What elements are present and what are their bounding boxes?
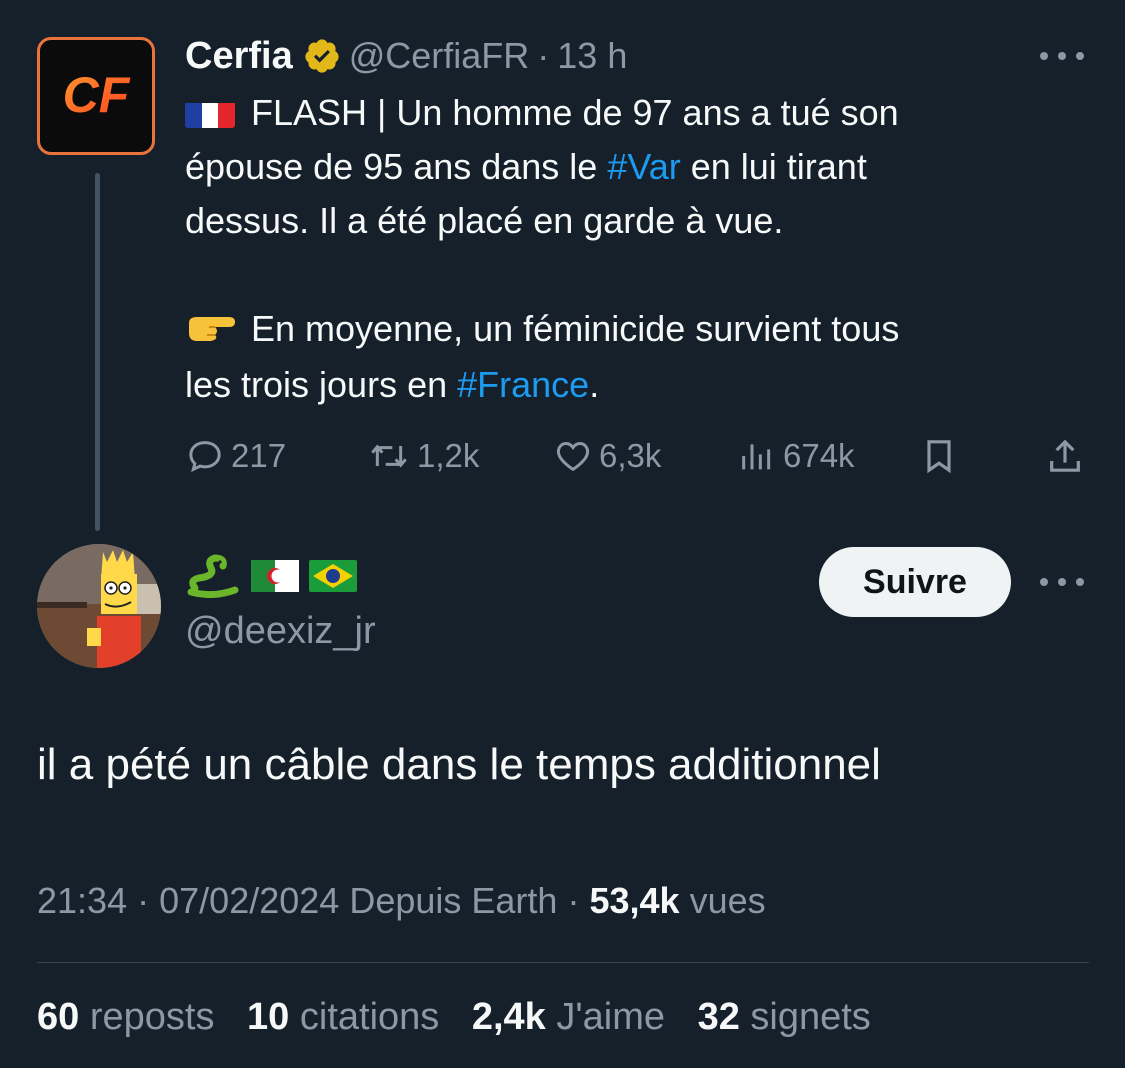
tweet-line-2-post: en lui tirant (680, 146, 867, 187)
likes-count: 2,4k (471, 996, 546, 1038)
tweet-line-5-post: . (589, 364, 600, 405)
repost-button[interactable]: 1,2k (367, 432, 479, 480)
share-icon[interactable] (1045, 432, 1085, 480)
parent-header: Cerfia @CerfiaFR · 13 h (185, 30, 627, 82)
views-count: 674k (783, 437, 855, 474)
reply-more-icon[interactable] (1040, 576, 1084, 588)
like-icon (553, 436, 593, 476)
header-separator: · (537, 35, 550, 76)
tweet-line-2-pre: épouse de 95 ans dans le (185, 146, 608, 187)
reply-count: 217 (231, 437, 287, 474)
repost-count: 1,2k (417, 437, 480, 474)
cerfia-logo: CF (63, 67, 131, 123)
cerfia-avatar[interactable]: CF (37, 37, 155, 155)
tweet-line-3: dessus. Il a été placé en garde à vue. (185, 200, 784, 241)
likes-label: J'aime (556, 996, 665, 1038)
quotes-label: citations (299, 996, 440, 1038)
reply-views-label: vues (689, 880, 766, 921)
cerfia-logo-text: CF (63, 67, 131, 123)
tweet-line-1: FLASH | Un homme de 97 ans a tué son (251, 92, 899, 133)
snake-emoji (185, 553, 241, 603)
tweet-line-4: En moyenne, un féminicide survient tous (251, 308, 900, 349)
reply-views-count: 53,4k (589, 880, 680, 921)
reply-metadata: 21:34 · 07/02/2024 Depuis Earth · 53,4k … (37, 880, 766, 922)
like-count: 6,3k (599, 437, 662, 474)
author-handle[interactable]: @CerfiaFR (349, 35, 530, 77)
reply-button[interactable]: 217 (185, 432, 286, 480)
post-time[interactable]: 13 h (557, 35, 627, 77)
pointing-finger-icon (185, 304, 237, 358)
thread-connector (95, 173, 100, 531)
parent-action-bar: 217 1,2k 6,3k 674k (185, 432, 1085, 480)
more-icon[interactable] (1040, 50, 1084, 62)
reply-source: Depuis Earth (349, 880, 558, 921)
bookmarks-count: 32 (697, 996, 740, 1038)
meta-separator: · (137, 880, 150, 921)
author-name[interactable]: Cerfia (185, 35, 293, 78)
divider (37, 962, 1089, 963)
bookmark-icon[interactable] (919, 432, 959, 480)
brazil-flag (309, 559, 357, 597)
reposts-stat[interactable]: 60 reposts (37, 996, 214, 1038)
tweet-line-5-pre: les trois jours en (185, 364, 458, 405)
algeria-flag (251, 559, 299, 597)
engagement-stats: 60 reposts 10 citations 2,4k J'aime 32 s… (37, 996, 893, 1039)
verified-badge-icon (303, 37, 341, 75)
meta-separator-2: · (567, 880, 580, 921)
hashtag-france[interactable]: #France (457, 364, 589, 405)
reply-text: il a pété un câble dans le temps additio… (37, 740, 881, 789)
france-flag-icon (185, 96, 235, 128)
reposts-count: 60 (37, 996, 80, 1038)
reply-handle[interactable]: @deexiz_jr (185, 610, 376, 653)
views-icon (737, 436, 777, 476)
reply-avatar[interactable] (37, 544, 161, 668)
reposts-label: reposts (89, 996, 215, 1038)
hashtag-var[interactable]: #Var (607, 146, 680, 187)
quotes-stat[interactable]: 10 citations (247, 996, 439, 1038)
parent-tweet-text: FLASH | Un homme de 97 ans a tué son épo… (185, 86, 1085, 412)
reply-time[interactable]: 21:34 (37, 880, 127, 921)
likes-stat[interactable]: 2,4k J'aime (472, 996, 665, 1038)
views-button[interactable]: 674k (737, 432, 855, 480)
reply-display-name[interactable] (185, 553, 357, 598)
like-button[interactable]: 6,3k (553, 432, 661, 480)
quotes-count: 10 (247, 996, 290, 1038)
bookmarks-stat[interactable]: 32 signets (698, 996, 871, 1038)
reply-icon (185, 436, 225, 476)
bookmarks-label: signets (750, 996, 871, 1038)
bart-avatar-image (37, 544, 161, 668)
repost-icon (367, 436, 411, 476)
follow-button[interactable]: Suivre (819, 547, 1011, 617)
reply-date[interactable]: 07/02/2024 (159, 880, 339, 921)
